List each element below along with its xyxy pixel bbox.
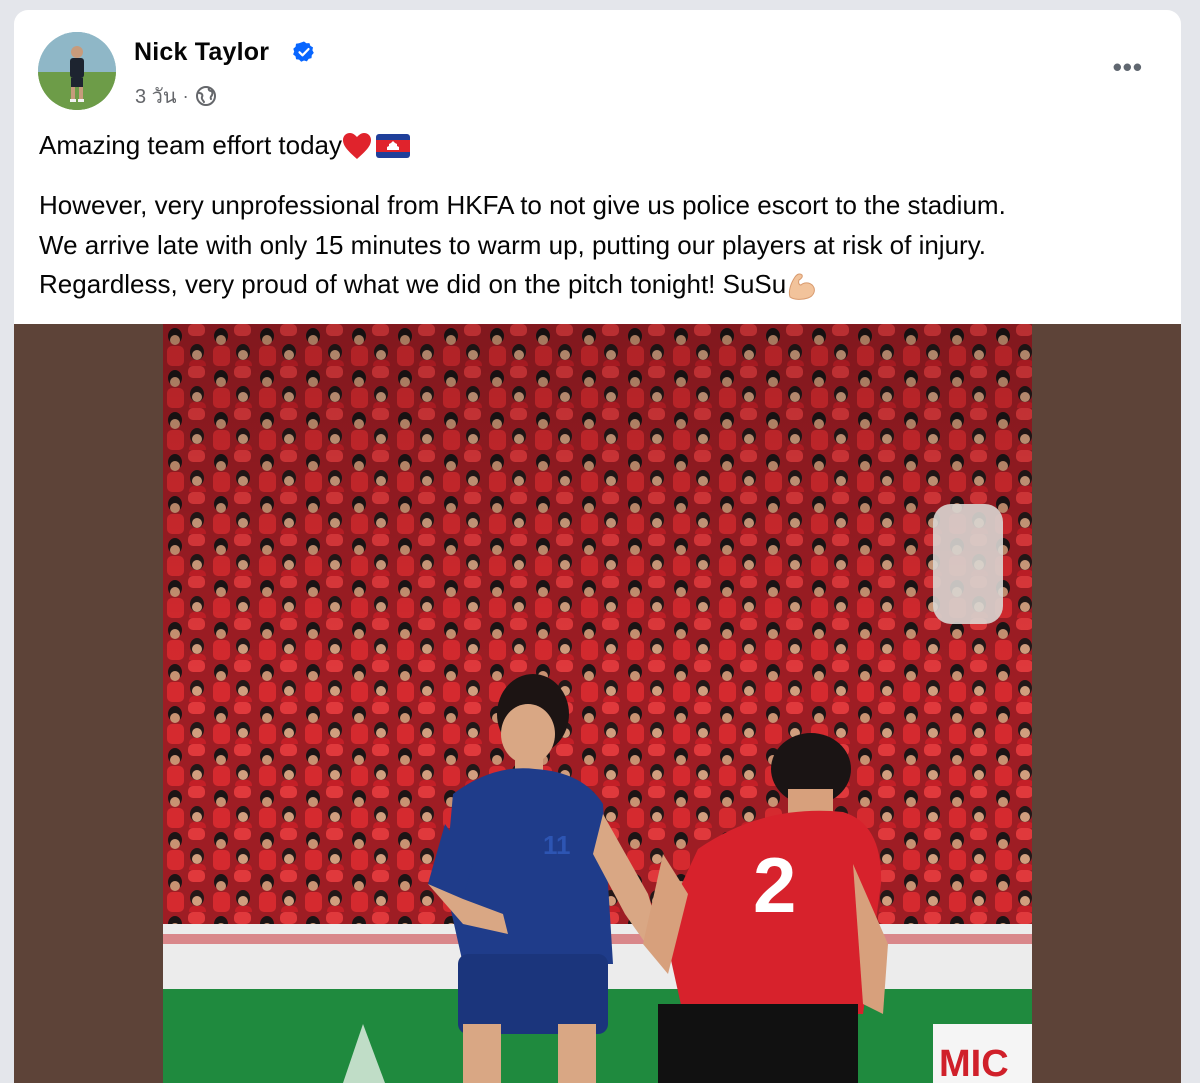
- author-avatar[interactable]: [38, 32, 116, 110]
- more-options-button[interactable]: •••: [1113, 52, 1143, 83]
- cambodia-flag-emoji: [376, 133, 411, 158]
- red-heart-emoji: [343, 132, 372, 159]
- post-body-line: However, very unprofessional from HKFA t…: [39, 190, 1006, 220]
- globe-icon[interactable]: [195, 85, 217, 107]
- blue-jersey-number: 11: [543, 830, 571, 860]
- flexed-biceps-emoji: [789, 273, 816, 300]
- post-body-line: We arrive late with only 15 minutes to w…: [39, 229, 986, 260]
- post-time[interactable]: 3 วัน: [135, 80, 177, 112]
- verified-badge-icon: [293, 41, 314, 62]
- red-jersey-number: 2: [753, 841, 796, 929]
- post-header: Nick Taylor 3 วัน · •••: [14, 10, 1181, 120]
- post-card: Nick Taylor 3 วัน · ••• Amazing team eff…: [14, 10, 1181, 1083]
- post-body-line-text: Regardless, very proud of what we did on…: [39, 269, 787, 299]
- post-body-line-last: Regardless, very proud of what we did on…: [39, 265, 1159, 305]
- meta-separator: ·: [182, 85, 189, 106]
- post-media: MIC 11 2: [14, 324, 1181, 1083]
- post-body: However, very unprofessional from HKFA t…: [39, 186, 1159, 305]
- post-text-intro: Amazing team effort today: [39, 130, 343, 160]
- post-text-line-1: Amazing team effort today: [39, 130, 411, 161]
- post-photo[interactable]: MIC 11 2: [163, 324, 1032, 1083]
- post-meta: 3 วัน ·: [135, 80, 217, 112]
- author-name[interactable]: Nick Taylor: [134, 38, 269, 67]
- banner-text: MIC: [939, 1043, 1009, 1083]
